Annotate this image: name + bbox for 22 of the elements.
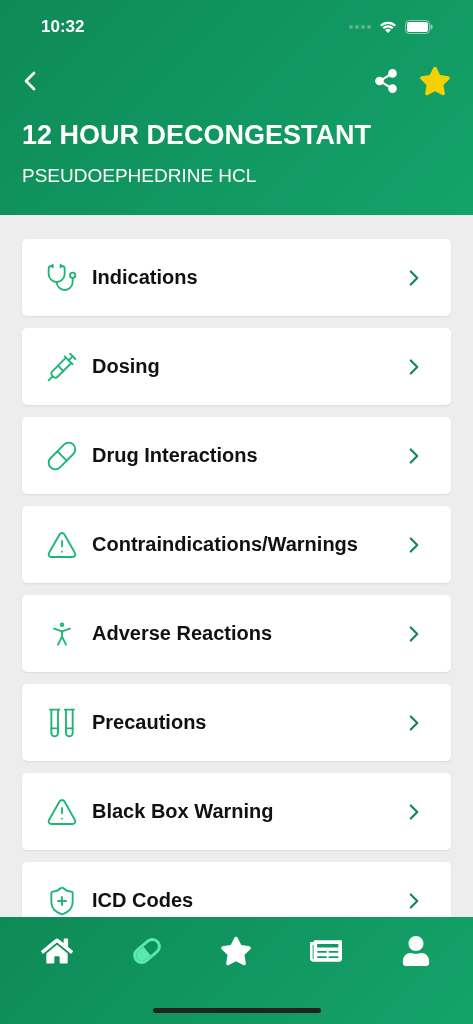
favorite-star-icon[interactable] xyxy=(419,65,451,97)
pill-icon xyxy=(46,439,78,472)
section-row[interactable]: Indications xyxy=(22,239,451,316)
star-icon xyxy=(220,935,253,967)
section-row[interactable]: Contraindications/Warnings xyxy=(22,506,451,583)
wifi-icon xyxy=(379,20,397,34)
section-row[interactable]: ICD Codes xyxy=(22,862,451,917)
test-tubes-icon xyxy=(46,706,78,739)
section-row[interactable]: Precautions xyxy=(22,684,451,761)
section-row[interactable]: Adverse Reactions xyxy=(22,595,451,672)
drug-title: 12 HOUR DECONGESTANT xyxy=(22,120,373,151)
signal-icon xyxy=(349,25,371,29)
battery-icon xyxy=(405,20,433,34)
section-row[interactable]: Drug Interactions xyxy=(22,417,451,494)
stethoscope-icon xyxy=(46,261,78,294)
section-row[interactable]: Dosing xyxy=(22,328,451,405)
section-row[interactable]: Black Box Warning xyxy=(22,773,451,850)
drug-subtitle: PSEUDOEPHEDRINE HCL xyxy=(22,165,258,187)
syringe-icon xyxy=(46,350,78,383)
status-time: 10:32 xyxy=(41,17,85,37)
share-icon[interactable] xyxy=(373,68,399,94)
profile-icon xyxy=(401,936,432,966)
